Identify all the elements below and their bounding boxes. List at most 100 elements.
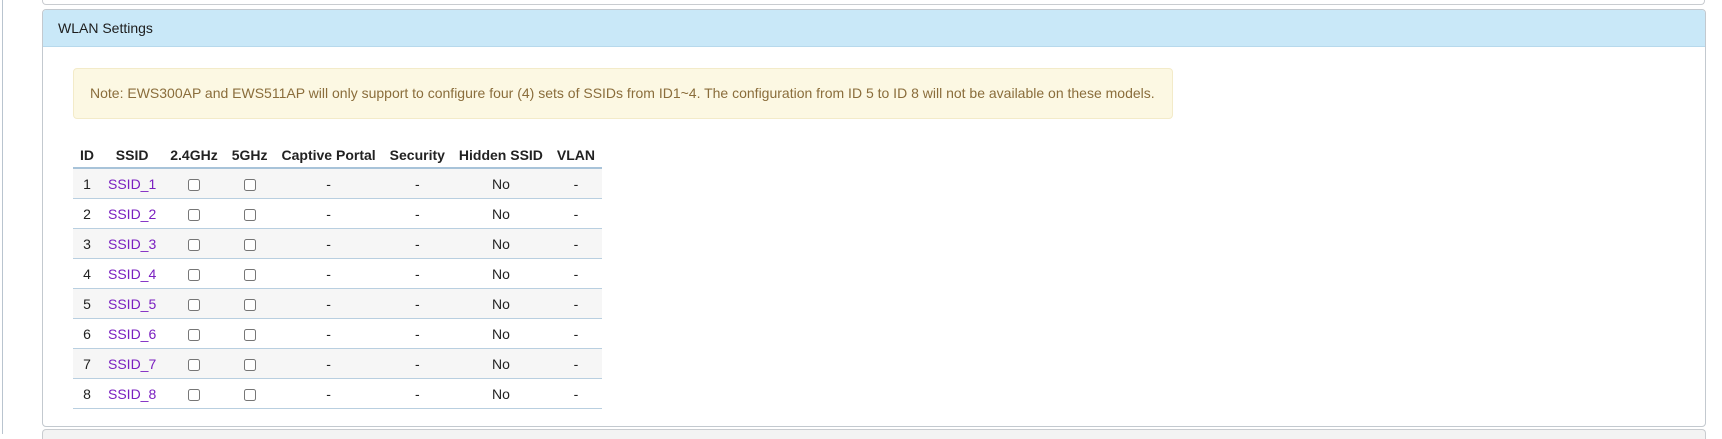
cell-captive-portal: -: [274, 258, 383, 289]
cell-captive-portal: -: [274, 318, 383, 349]
cell-id: 7: [73, 348, 101, 379]
cell-ssid: SSID_7: [101, 348, 164, 379]
band-5ghz-checkbox[interactable]: [243, 298, 256, 311]
table-row: 4 SSID_4- - No -: [73, 258, 603, 289]
band-5ghz-checkbox[interactable]: [243, 268, 256, 281]
cell-security: -: [382, 348, 452, 379]
cell-id: 3: [73, 228, 101, 259]
cell-captive-portal: -: [274, 378, 383, 409]
band-5ghz-checkbox[interactable]: [243, 388, 256, 401]
cell-security: -: [382, 378, 452, 409]
cell-hidden-ssid: No: [451, 198, 550, 229]
header-vlan: VLAN: [549, 142, 603, 169]
wlan-ssid-table: ID SSID 2.4GHz 5GHz Captive Portal Secur…: [73, 142, 603, 409]
header-security: Security: [382, 142, 452, 169]
header-2-4ghz: 2.4GHz: [163, 142, 225, 169]
band-2-4ghz-checkbox[interactable]: [187, 178, 200, 191]
ssid-link[interactable]: SSID_4: [108, 266, 156, 282]
band-5ghz-checkbox[interactable]: [243, 178, 256, 191]
ssid-link[interactable]: SSID_2: [108, 206, 156, 222]
band-2-4ghz-checkbox[interactable]: [187, 298, 200, 311]
cell-5ghz: [224, 228, 275, 259]
cell-vlan: -: [549, 378, 603, 409]
cell-5ghz: [224, 168, 275, 199]
cell-hidden-ssid: No: [451, 288, 550, 319]
band-5ghz-checkbox[interactable]: [243, 208, 256, 221]
band-2-4ghz-checkbox[interactable]: [187, 328, 200, 341]
cell-ssid: SSID_6: [101, 318, 164, 349]
table-row: 3 SSID_3- - No -: [73, 228, 603, 259]
note-text: Note: EWS300AP and EWS511AP will only su…: [90, 85, 1155, 101]
cell-ssid: SSID_4: [101, 258, 164, 289]
cell-2-4ghz: [163, 228, 225, 259]
table-row: 5 SSID_5- - No -: [73, 288, 603, 319]
cell-2-4ghz: [163, 288, 225, 319]
band-2-4ghz-checkbox[interactable]: [187, 238, 200, 251]
band-2-4ghz-checkbox[interactable]: [187, 208, 200, 221]
cell-id: 4: [73, 258, 101, 289]
band-5ghz-checkbox[interactable]: [243, 328, 256, 341]
cell-vlan: -: [549, 198, 603, 229]
cell-captive-portal: -: [274, 348, 383, 379]
ssid-link[interactable]: SSID_5: [108, 296, 156, 312]
table-row: 1 SSID_1- - No -: [73, 168, 603, 199]
cell-5ghz: [224, 348, 275, 379]
cell-2-4ghz: [163, 378, 225, 409]
page-left-border: [2, 0, 3, 434]
band-2-4ghz-checkbox[interactable]: [187, 358, 200, 371]
cell-security: -: [382, 228, 452, 259]
cell-vlan: -: [549, 258, 603, 289]
cell-5ghz: [224, 378, 275, 409]
band-2-4ghz-checkbox[interactable]: [187, 388, 200, 401]
table-header-row: ID SSID 2.4GHz 5GHz Captive Portal Secur…: [73, 142, 603, 169]
header-hidden-ssid: Hidden SSID: [451, 142, 550, 169]
band-5ghz-checkbox[interactable]: [243, 358, 256, 371]
ssid-link[interactable]: SSID_6: [108, 326, 156, 342]
cell-ssid: SSID_3: [101, 228, 164, 259]
cell-5ghz: [224, 318, 275, 349]
cell-id: 2: [73, 198, 101, 229]
cell-hidden-ssid: No: [451, 318, 550, 349]
cell-hidden-ssid: No: [451, 168, 550, 199]
cell-security: -: [382, 258, 452, 289]
cell-2-4ghz: [163, 318, 225, 349]
cell-ssid: SSID_1: [101, 168, 164, 199]
cell-5ghz: [224, 198, 275, 229]
cell-hidden-ssid: No: [451, 258, 550, 289]
table-row: 7 SSID_7- - No -: [73, 348, 603, 379]
cell-id: 1: [73, 168, 101, 199]
header-captive-portal: Captive Portal: [274, 142, 383, 169]
table-row: 8 SSID_8- - No -: [73, 378, 603, 409]
previous-panel-edge: [42, 0, 1705, 5]
cell-security: -: [382, 288, 452, 319]
cell-captive-portal: -: [274, 228, 383, 259]
cell-2-4ghz: [163, 168, 225, 199]
ssid-link[interactable]: SSID_8: [108, 386, 156, 402]
cell-hidden-ssid: No: [451, 378, 550, 409]
cell-2-4ghz: [163, 198, 225, 229]
cell-ssid: SSID_5: [101, 288, 164, 319]
header-ssid: SSID: [101, 142, 164, 169]
ssid-link[interactable]: SSID_7: [108, 356, 156, 372]
header-id: ID: [73, 142, 101, 169]
band-5ghz-checkbox[interactable]: [243, 238, 256, 251]
next-panel-edge: [42, 429, 1706, 439]
cell-hidden-ssid: No: [451, 348, 550, 379]
cell-ssid: SSID_2: [101, 198, 164, 229]
header-5ghz: 5GHz: [224, 142, 275, 169]
ssid-link[interactable]: SSID_3: [108, 236, 156, 252]
ssid-link[interactable]: SSID_1: [108, 176, 156, 192]
cell-security: -: [382, 198, 452, 229]
cell-vlan: -: [549, 228, 603, 259]
band-2-4ghz-checkbox[interactable]: [187, 268, 200, 281]
cell-5ghz: [224, 258, 275, 289]
cell-security: -: [382, 168, 452, 199]
cell-2-4ghz: [163, 258, 225, 289]
model-support-note: Note: EWS300AP and EWS511AP will only su…: [73, 68, 1173, 119]
wlan-settings-panel: WLAN Settings Note: EWS300AP and EWS511A…: [42, 9, 1706, 427]
cell-hidden-ssid: No: [451, 228, 550, 259]
cell-vlan: -: [549, 348, 603, 379]
cell-vlan: -: [549, 288, 603, 319]
cell-captive-portal: -: [274, 198, 383, 229]
cell-id: 8: [73, 378, 101, 409]
